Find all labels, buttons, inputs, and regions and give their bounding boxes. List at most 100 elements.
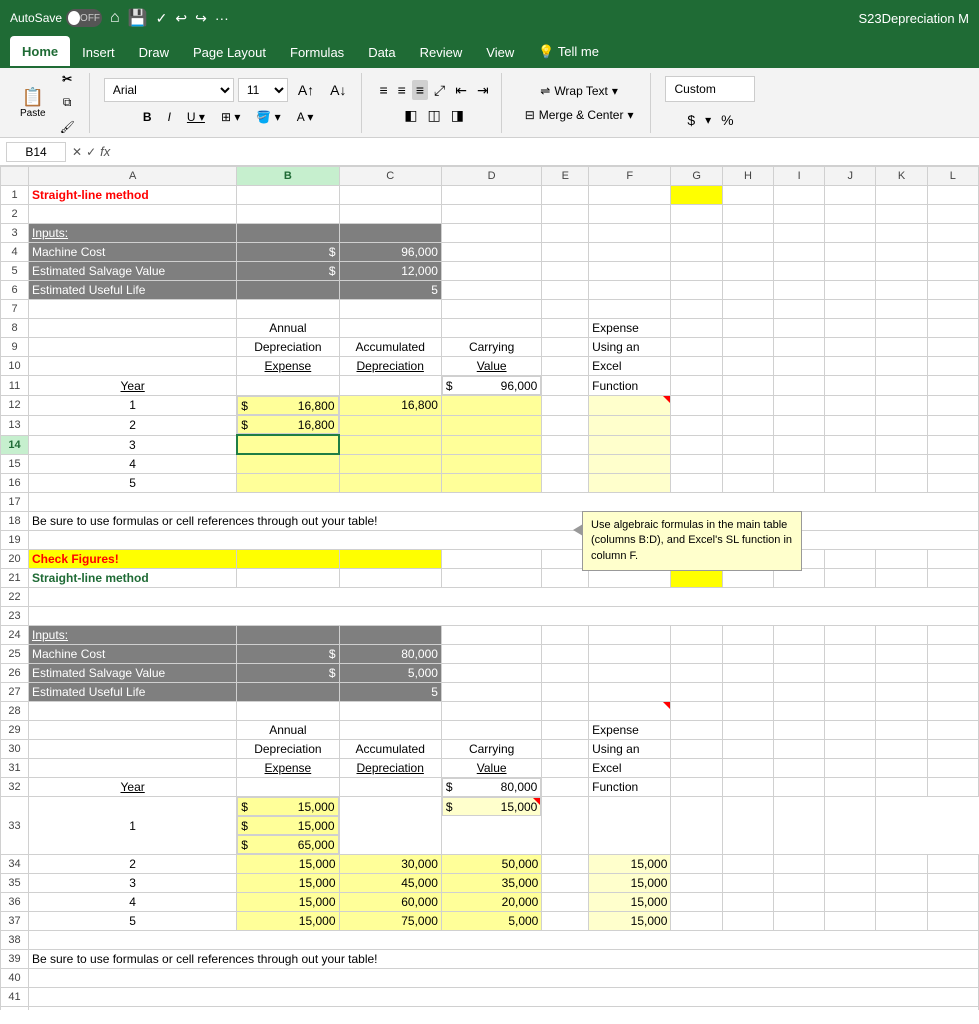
cell-k31[interactable] (876, 758, 927, 777)
cell-a22[interactable] (29, 587, 979, 606)
cell-c25[interactable]: 80,000 (339, 644, 441, 663)
cell-k10[interactable] (876, 357, 927, 376)
cell-k28[interactable] (876, 701, 927, 720)
align-top-center-button[interactable]: ≡ (394, 80, 410, 100)
cell-g33[interactable] (542, 797, 589, 855)
cell-j7[interactable] (825, 300, 876, 319)
cell-d13[interactable] (441, 415, 541, 435)
cell-d1[interactable] (441, 186, 541, 205)
cell-a6[interactable]: Estimated Useful Life (29, 281, 237, 300)
cell-j1[interactable] (825, 186, 876, 205)
cell-a25[interactable]: Machine Cost (29, 644, 237, 663)
cell-h26[interactable] (722, 663, 773, 682)
cell-l32[interactable] (927, 777, 978, 797)
cell-e29[interactable] (542, 720, 589, 739)
cell-b6[interactable] (237, 281, 339, 300)
cell-b14[interactable] (237, 435, 339, 454)
cell-d11[interactable]: $96,000 (442, 376, 541, 395)
cell-c27[interactable]: 5 (339, 682, 441, 701)
cell-a7[interactable] (29, 300, 237, 319)
confirm-formula-icon[interactable]: ✓ (86, 145, 96, 159)
col-header-h[interactable]: H (722, 167, 773, 186)
cell-e27[interactable] (542, 682, 589, 701)
cell-g37[interactable] (671, 912, 722, 931)
cell-b4[interactable]: $ (237, 243, 339, 262)
cell-d10[interactable]: Value (441, 357, 541, 376)
align-left-button[interactable]: ◧ (400, 105, 421, 126)
cell-g8[interactable] (671, 319, 722, 338)
cell-a27[interactable]: Estimated Useful Life (29, 682, 237, 701)
cell-f9[interactable]: Using an (589, 338, 671, 357)
cell-c15[interactable] (339, 454, 441, 473)
save-icon[interactable]: 💾 (128, 8, 148, 28)
cell-h32[interactable] (722, 777, 773, 797)
cell-i33[interactable] (671, 797, 722, 855)
cell-l3[interactable] (927, 224, 978, 243)
decrease-font-button[interactable]: A↓ (324, 79, 352, 101)
autosave-toggle[interactable]: OFF (66, 9, 102, 27)
cell-c7[interactable] (339, 300, 441, 319)
cell-a30[interactable] (29, 739, 237, 758)
cell-d6[interactable] (441, 281, 541, 300)
cell-j29[interactable] (825, 720, 876, 739)
cell-l36[interactable] (927, 893, 978, 912)
cell-g15[interactable] (671, 454, 722, 473)
cell-e15[interactable] (542, 454, 589, 473)
cell-k26[interactable] (876, 663, 927, 682)
cell-k11[interactable] (876, 376, 927, 396)
cell-d20[interactable] (441, 549, 541, 568)
number-format-box[interactable]: Custom (665, 76, 755, 102)
cell-l30[interactable] (927, 739, 978, 758)
cell-f11[interactable]: Function (589, 376, 671, 396)
cell-j36[interactable] (825, 893, 876, 912)
cell-a26[interactable]: Estimated Salvage Value (29, 663, 237, 682)
cell-k35[interactable] (876, 874, 927, 893)
cell-a1[interactable]: Straight-line method (29, 186, 237, 205)
cell-f2[interactable] (589, 205, 671, 224)
cell-e4[interactable] (542, 243, 589, 262)
cell-g24[interactable] (671, 625, 722, 644)
cell-i35[interactable] (774, 874, 825, 893)
cell-c34[interactable]: 30,000 (339, 855, 441, 874)
cell-l35[interactable] (927, 874, 978, 893)
cell-i37[interactable] (774, 912, 825, 931)
cell-g10[interactable] (671, 357, 722, 376)
cell-j5[interactable] (825, 262, 876, 281)
cell-b5[interactable]: $ (237, 262, 339, 281)
cell-e8[interactable] (542, 319, 589, 338)
cell-b2[interactable] (237, 205, 339, 224)
increase-font-button[interactable]: A↑ (292, 79, 320, 101)
cell-k8[interactable] (876, 319, 927, 338)
cell-f33[interactable]: $15,000 (442, 797, 541, 816)
cell-e16[interactable] (542, 473, 589, 492)
cell-d34[interactable]: 50,000 (441, 855, 541, 874)
cell-i7[interactable] (774, 300, 825, 319)
fill-color-button[interactable]: 🪣 ▾ (250, 106, 286, 128)
cell-h33[interactable] (589, 797, 671, 855)
align-center-button[interactable]: ◫ (423, 105, 444, 126)
cell-a18[interactable]: Be sure to use formulas or cell referenc… (29, 511, 979, 530)
cell-i32[interactable] (774, 777, 825, 797)
cell-j32[interactable] (825, 777, 876, 797)
cell-k16[interactable] (876, 473, 927, 492)
cell-a38[interactable] (29, 931, 979, 950)
cell-k3[interactable] (876, 224, 927, 243)
cell-d28[interactable] (441, 701, 541, 720)
cell-h37[interactable] (722, 912, 773, 931)
cell-f14[interactable] (589, 435, 671, 454)
cell-b26[interactable]: $ (237, 663, 339, 682)
cell-a10[interactable] (29, 357, 237, 376)
cell-k32[interactable] (876, 777, 927, 797)
orient-button[interactable]: ⤢ (430, 80, 449, 101)
cell-l11[interactable] (927, 376, 978, 396)
cell-b34[interactable]: 15,000 (237, 855, 339, 874)
cell-k25[interactable] (876, 644, 927, 663)
cell-j34[interactable] (825, 855, 876, 874)
cell-j31[interactable] (825, 758, 876, 777)
cell-f34[interactable]: 15,000 (589, 855, 671, 874)
cell-d12[interactable] (441, 396, 541, 416)
more-icon[interactable]: ··· (215, 10, 229, 26)
cell-b7[interactable] (237, 300, 339, 319)
cell-l5[interactable] (927, 262, 978, 281)
cell-a16[interactable]: 5 (29, 473, 237, 492)
